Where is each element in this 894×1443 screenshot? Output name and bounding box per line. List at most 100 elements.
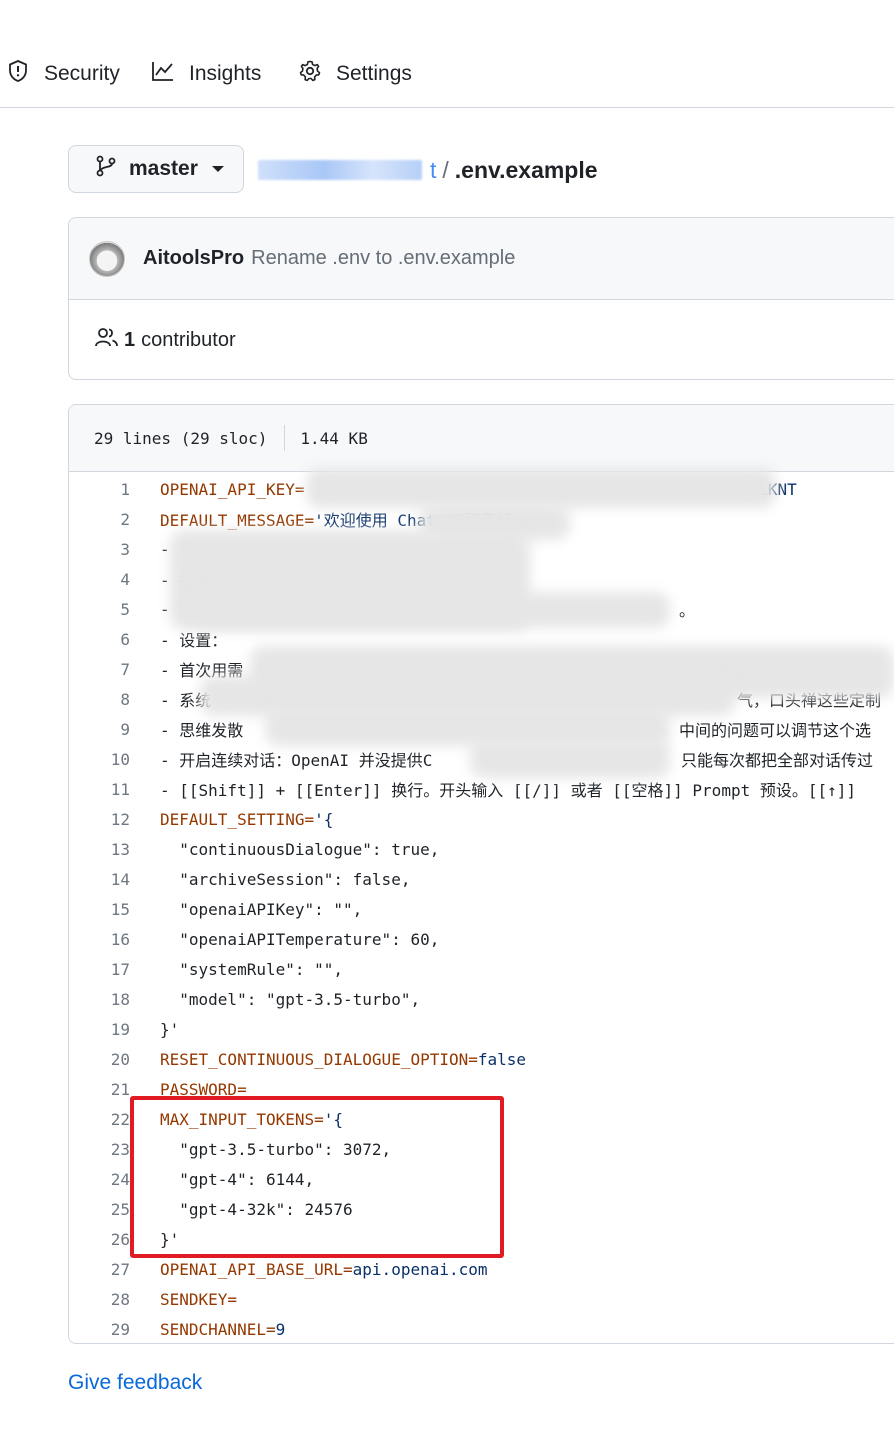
code-text: DEFAULT_SETTING='{ xyxy=(160,810,333,829)
line-number[interactable]: 18 xyxy=(69,990,130,1009)
line-number[interactable]: 16 xyxy=(69,930,130,949)
line-number[interactable]: 13 xyxy=(69,840,130,859)
code-text: - 开启连续对话：OpenAI 并没提供C xyxy=(160,747,432,771)
nav-tab-insights[interactable]: Insights xyxy=(151,56,261,92)
env-key: SENDKEY= xyxy=(160,1289,238,1309)
file-name: .env.example xyxy=(454,156,598,183)
code-text: - 思维发散 xyxy=(160,717,243,741)
env-value: 9 xyxy=(275,1319,286,1339)
code-line: 15 "openaiAPIKey": "", xyxy=(69,894,894,924)
line-number[interactable]: 4 xyxy=(69,570,130,589)
repo-name-suffix[interactable]: t xyxy=(430,157,436,184)
env-value: "archiveSession": false, xyxy=(160,869,411,889)
env-value: }' xyxy=(160,1019,180,1039)
line-number[interactable]: 11 xyxy=(69,780,130,799)
latest-commit: AitoolsPro Rename .env to .env.example xyxy=(69,218,894,300)
line-number[interactable]: 15 xyxy=(69,900,130,919)
code-line: 11 - [[Shift]] + [[Enter]] 换行。开头输入 [[/]] … xyxy=(69,774,894,804)
line-number[interactable]: 9 xyxy=(69,720,130,739)
code-line: 14 "archiveSession": false, xyxy=(69,864,894,894)
line-number[interactable]: 17 xyxy=(69,960,130,979)
line-number[interactable]: 29 xyxy=(69,1320,130,1339)
code-line: 12 DEFAULT_SETTING='{ xyxy=(69,804,894,834)
nav-tab-security[interactable]: Security xyxy=(6,56,120,92)
redaction-blur xyxy=(470,738,670,778)
code-text: - [[Shift]] + [[Enter]] 换行。开头输入 [[/]] 或者… xyxy=(160,777,856,801)
code-text: OPENAI_API_KEY= xyxy=(160,480,305,499)
path-separator: / xyxy=(442,156,449,183)
redaction-blur xyxy=(190,592,670,628)
line-number[interactable]: 12 xyxy=(69,810,130,829)
code-line: 27 OPENAI_API_BASE_URL=api.openai.com xyxy=(69,1254,894,1284)
code-text: RESET_CONTINUOUS_DIALOGUE_OPTION=false xyxy=(160,1050,526,1069)
code-text: SENDCHANNEL=9 xyxy=(160,1320,285,1339)
commit-author[interactable]: AitoolsPro xyxy=(143,247,244,270)
breadcrumb: t / .env.example xyxy=(258,152,598,188)
line-number[interactable]: 7 xyxy=(69,660,130,679)
code-line: 19 }' xyxy=(69,1014,894,1044)
repo-name-redacted[interactable] xyxy=(258,160,422,180)
env-value: - [[Shift]] + [[Enter]] 换行。开头输入 [[/]] 或者… xyxy=(160,781,857,800)
nav-label: Security xyxy=(44,62,120,85)
give-feedback-link[interactable]: Give feedback xyxy=(68,1371,202,1395)
commit-info-box: AitoolsPro Rename .env to .env.example 1… xyxy=(68,217,894,380)
code-text: - 设置： xyxy=(160,627,227,651)
file-line-count: 29 lines (29 sloc) xyxy=(94,428,268,448)
divider xyxy=(284,425,286,451)
nav-label: Settings xyxy=(336,62,412,85)
line-number[interactable]: 23 xyxy=(69,1140,130,1159)
avatar[interactable] xyxy=(89,240,125,277)
env-key: OPENAI_API_KEY= xyxy=(160,479,305,499)
line-number[interactable]: 20 xyxy=(69,1050,130,1069)
line-number[interactable]: 5 xyxy=(69,600,130,619)
env-key: DEFAULT_MESSAGE= xyxy=(160,511,315,530)
code-fragment: 只能每次都把全部对话传过 xyxy=(681,751,874,770)
env-value: api.openai.com xyxy=(352,1259,488,1279)
env-value: - 思维发散 xyxy=(160,721,244,740)
branch-name: master xyxy=(129,157,198,180)
line-number[interactable]: 19 xyxy=(69,1020,130,1039)
code-line: 28 SENDKEY= xyxy=(69,1284,894,1314)
line-number[interactable]: 1 xyxy=(69,480,130,499)
code-line: 17 "systemRule": "", xyxy=(69,954,894,984)
line-number[interactable]: 2 xyxy=(69,510,130,529)
code-text: "model": "gpt-3.5-turbo", xyxy=(160,990,420,1009)
contributors-row[interactable]: 1 contributor xyxy=(69,300,894,380)
code-line: 29 SENDCHANNEL=9 xyxy=(69,1314,894,1343)
line-number[interactable]: 10 xyxy=(69,750,130,769)
env-key: OPENAI_API_BASE_URL= xyxy=(160,1259,353,1279)
line-number[interactable]: 3 xyxy=(69,540,130,559)
code-text: OPENAI_API_BASE_URL=api.openai.com xyxy=(160,1260,488,1279)
line-number[interactable]: 21 xyxy=(69,1080,130,1099)
env-value: false xyxy=(477,1049,527,1069)
code-text: "systemRule": "", xyxy=(160,960,343,979)
nav-tab-settings[interactable]: Settings xyxy=(298,56,412,92)
code-text: "continuousDialogue": true, xyxy=(160,840,439,859)
code-text: - xyxy=(160,540,170,559)
code-line: 20 RESET_CONTINUOUS_DIALOGUE_OPTION=false xyxy=(69,1044,894,1074)
line-number[interactable]: 25 xyxy=(69,1200,130,1219)
redaction-blur xyxy=(306,468,776,508)
file-size: 1.44 KB xyxy=(300,428,368,448)
branch-select-button[interactable]: master xyxy=(68,145,244,193)
code-line: 18 "model": "gpt-3.5-turbo", xyxy=(69,984,894,1014)
env-value: "model": "gpt-3.5-turbo", xyxy=(160,989,421,1009)
env-key: RESET_CONTINUOUS_DIALOGUE_OPTION= xyxy=(160,1049,478,1069)
code-text: SENDKEY= xyxy=(160,1290,237,1309)
line-number[interactable]: 27 xyxy=(69,1260,130,1279)
line-number[interactable]: 8 xyxy=(69,690,130,709)
shield-icon xyxy=(6,59,44,89)
env-key: SENDCHANNEL= xyxy=(160,1319,276,1339)
line-number[interactable]: 26 xyxy=(69,1230,130,1249)
env-value: - 开启连续对话：OpenAI 并没提供C xyxy=(160,751,433,770)
line-number[interactable]: 14 xyxy=(69,870,130,889)
line-number[interactable]: 22 xyxy=(69,1110,130,1129)
env-value: "systemRule": "", xyxy=(160,959,344,979)
line-number[interactable]: 6 xyxy=(69,630,130,649)
file-info-header: 29 lines (29 sloc) 1.44 KB xyxy=(69,405,894,472)
line-number[interactable]: 24 xyxy=(69,1170,130,1189)
commit-message[interactable]: Rename .env to .env.example xyxy=(251,247,515,270)
contributor-count: 1 xyxy=(124,328,136,351)
line-number[interactable]: 28 xyxy=(69,1290,130,1309)
code-text: "openaiAPIKey": "", xyxy=(160,900,362,919)
